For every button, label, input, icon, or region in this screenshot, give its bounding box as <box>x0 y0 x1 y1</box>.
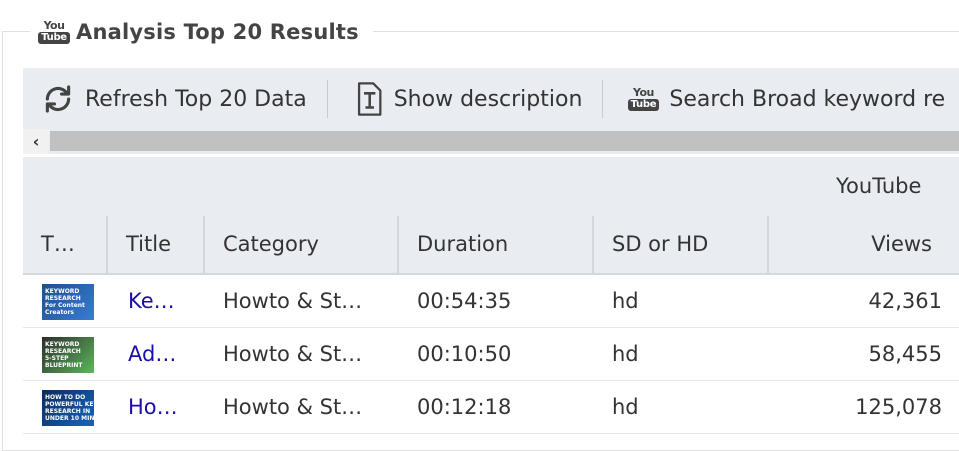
search-broad-keyword-label: Search Broad keyword re <box>669 86 946 112</box>
views-cell: 125,078 <box>855 395 942 419</box>
category-cell: Howto & St… <box>223 395 363 419</box>
refresh-top20-button[interactable]: Refresh Top 20 Data <box>23 68 327 130</box>
group-header-youtube: YouTube <box>836 174 922 198</box>
category-cell: Howto & St… <box>223 342 363 366</box>
thumbnail-text: POWERFUL KEYWORD <box>45 401 94 408</box>
thumbnail-text: KEYWORD <box>45 341 80 348</box>
column-header-quality[interactable]: SD or HD <box>594 216 769 273</box>
video-thumbnail[interactable]: HOW TO DOPOWERFUL KEYWORDRESEARCH INUNDE… <box>42 390 94 426</box>
text-document-icon <box>357 82 382 116</box>
thumbnail-text: KEYWORD <box>45 288 80 295</box>
views-cell: 58,455 <box>868 342 942 366</box>
views-cell: 42,361 <box>868 289 942 313</box>
column-header-views[interactable]: Views <box>769 216 942 273</box>
scrollbar-thumb[interactable] <box>50 131 959 151</box>
column-header-row: T… Title Category Duration SD or HD View… <box>23 216 959 275</box>
thumbnail-text: For Content <box>45 302 85 309</box>
youtube-logo-icon: You Tube <box>38 15 70 49</box>
video-title-link[interactable]: Ad… <box>128 328 198 380</box>
category-cell: Howto & St… <box>223 289 363 313</box>
show-description-label: Show description <box>393 86 583 112</box>
video-thumbnail[interactable]: KEYWORD RESEARCH For Content Creators <box>42 284 94 320</box>
youtube-logo-icon: You Tube <box>627 82 660 116</box>
thumbnail-text: RESEARCH <box>45 295 81 302</box>
thumbnail-text: RESEARCH IN <box>45 408 91 415</box>
refresh-top20-label: Refresh Top 20 Data <box>85 86 307 112</box>
scroll-left-arrow-icon[interactable]: ‹ <box>23 129 49 154</box>
quality-cell: hd <box>612 342 639 366</box>
toolbar: Refresh Top 20 Data Show description You… <box>23 68 959 130</box>
column-header-category[interactable]: Category <box>205 216 399 273</box>
video-title-link[interactable]: Ke… <box>128 275 198 327</box>
quality-cell: hd <box>612 395 639 419</box>
table-row[interactable]: KEYWORD RESEARCH For Content Creators Ke… How… <box>23 275 959 328</box>
show-description-button[interactable]: Show description <box>328 68 603 130</box>
duration-cell: 00:54:35 <box>417 289 512 313</box>
column-header-title[interactable]: Title <box>108 216 205 273</box>
duration-cell: 00:10:50 <box>417 342 512 366</box>
page-title: Analysis Top 20 Results <box>76 20 359 44</box>
quality-cell: hd <box>612 289 639 313</box>
thumbnail-text: RESEARCH <box>45 348 81 355</box>
thumbnail-text: HOW TO DO <box>45 394 86 401</box>
video-title-link[interactable]: Ho… <box>128 381 198 433</box>
column-group-header: YouTube <box>23 157 959 217</box>
group-legend: You Tube Analysis Top 20 Results <box>30 10 373 54</box>
column-header-thumbnail[interactable]: T… <box>23 216 108 273</box>
thumbnail-text: 5-STEP <box>45 355 69 362</box>
table-row[interactable]: KEYWORD RESEARCH 5-STEP BLUEPRINT Ad… Howto &… <box>23 328 959 381</box>
column-header-duration[interactable]: Duration <box>399 216 594 273</box>
horizontal-scrollbar[interactable]: ‹ <box>23 129 959 154</box>
thumbnail-text: UNDER 10 MINUTES <box>45 415 94 422</box>
table-row[interactable]: HOW TO DOPOWERFUL KEYWORDRESEARCH INUNDE… <box>23 381 959 434</box>
refresh-icon <box>45 85 71 113</box>
video-thumbnail[interactable]: KEYWORD RESEARCH 5-STEP BLUEPRINT <box>42 337 94 373</box>
thumbnail-text: BLUEPRINT <box>45 362 83 369</box>
thumbnail-text: Creators <box>45 309 75 316</box>
duration-cell: 00:12:18 <box>417 395 512 419</box>
search-broad-keyword-button[interactable]: You Tube Search Broad keyword re <box>603 68 945 130</box>
